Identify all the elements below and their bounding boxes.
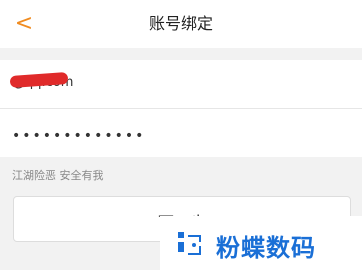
watermark: 粉蝶数码 — [160, 216, 362, 270]
nav-bar: < 账号绑定 — [0, 0, 362, 48]
security-hint: 江湖险恶 安全有我 — [12, 169, 104, 182]
bind-form: @qq.com ••••••••••••• — [0, 60, 362, 157]
watermark-text: 粉蝶数码 — [216, 234, 316, 262]
password-field[interactable]: ••••••••••••• — [0, 109, 362, 157]
password-value: ••••••••••••• — [12, 128, 146, 144]
logo-icon — [178, 232, 201, 255]
page-title: 账号绑定 — [148, 14, 213, 33]
account-field[interactable]: @qq.com — [0, 60, 362, 109]
